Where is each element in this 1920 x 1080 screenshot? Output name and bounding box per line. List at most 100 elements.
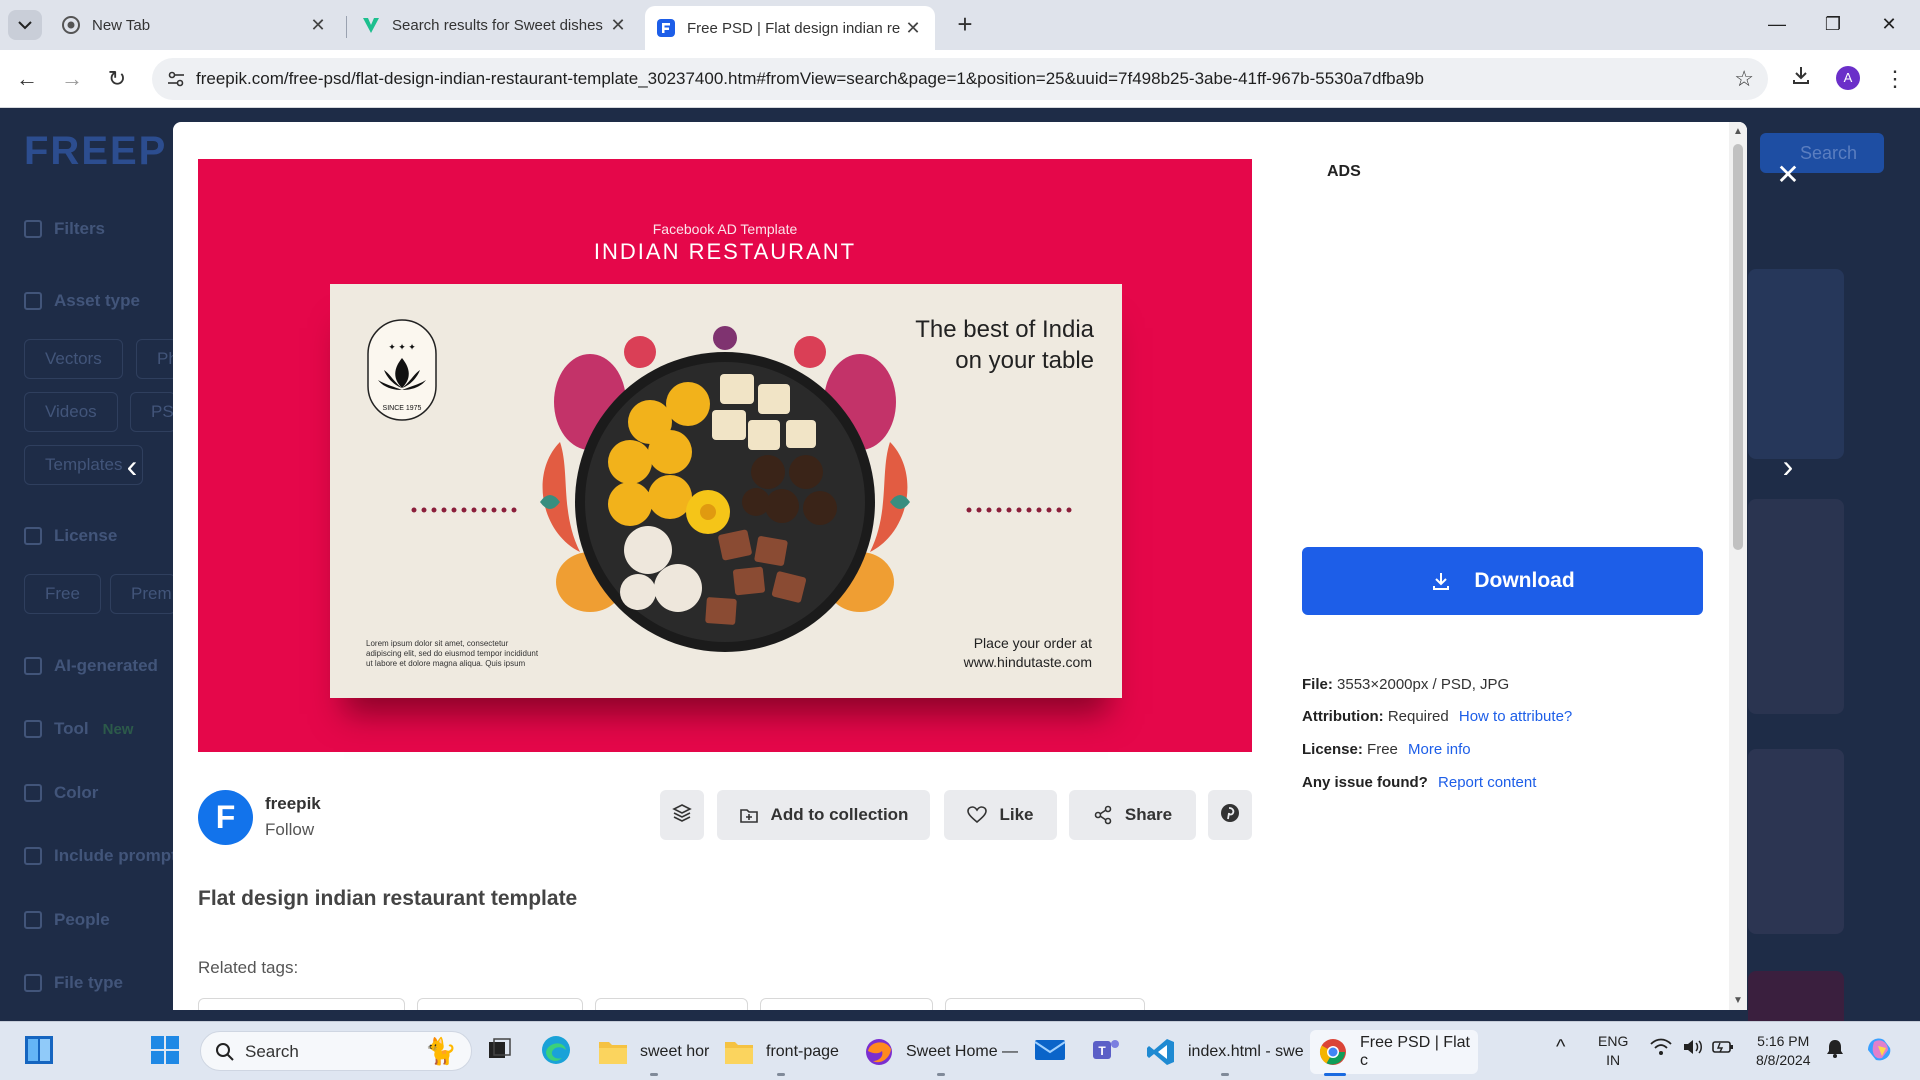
sidebar-include-prompt[interactable]: Include prompt	[24, 846, 177, 866]
chevron-down-icon	[18, 21, 32, 30]
tab-freepik-active[interactable]: Free PSD | Flat design indian re ✕	[645, 6, 935, 50]
related-tag[interactable]	[595, 998, 748, 1010]
teams-app[interactable]: T	[1090, 1030, 1122, 1074]
chip-free[interactable]: Free	[24, 574, 101, 614]
notification-bell-icon[interactable]	[1826, 1038, 1844, 1063]
folder-icon	[724, 1037, 754, 1067]
reload-button[interactable]: ↻	[102, 64, 132, 94]
author-name[interactable]: freepik	[265, 794, 321, 814]
browser-tab-strip: New Tab ✕ Search results for Sweet dishe…	[0, 0, 1920, 50]
prompt-icon	[24, 847, 42, 865]
tab-title: Free PSD | Flat design indian re	[687, 19, 901, 37]
close-tab-icon[interactable]: ✕	[903, 18, 923, 39]
task-view-button[interactable]	[485, 1030, 513, 1074]
report-content-link[interactable]: Report content	[1438, 774, 1536, 791]
firefox-icon	[864, 1037, 894, 1067]
sidebar-license[interactable]: License	[24, 526, 117, 546]
close-window-button[interactable]: ✕	[1866, 8, 1912, 40]
address-bar[interactable]: freepik.com/free-psd/flat-design-indian-…	[152, 58, 1768, 100]
volume-icon[interactable]	[1682, 1038, 1704, 1061]
taskbar-search-label: Search	[245, 1042, 299, 1061]
folder-icon	[598, 1037, 628, 1067]
mail-app[interactable]	[1034, 1030, 1066, 1074]
minimize-button[interactable]: —	[1754, 8, 1800, 40]
clock[interactable]: 5:16 PM 8/8/2024	[1756, 1032, 1811, 1070]
download-icon	[1430, 570, 1452, 592]
result-card[interactable]	[1748, 269, 1844, 459]
close-modal-button[interactable]: ✕	[1773, 160, 1803, 190]
profile-avatar[interactable]: A	[1836, 66, 1860, 90]
scroll-up-arrow[interactable]: ▲	[1733, 126, 1743, 137]
back-button[interactable]: ←	[12, 64, 42, 94]
more-menu-icon[interactable]: ⋮	[1880, 64, 1910, 94]
taskbar-app-firefox[interactable]: Sweet Home —	[864, 1030, 1018, 1076]
battery-icon[interactable]	[1712, 1038, 1734, 1061]
sidebar-file-type[interactable]: File type	[24, 973, 123, 993]
sidebar-color[interactable]: Color	[24, 783, 98, 803]
chip-premium[interactable]: Prem	[110, 574, 176, 614]
result-card[interactable]	[1748, 971, 1844, 1021]
close-tab-icon[interactable]: ✕	[308, 15, 328, 36]
more-info-link[interactable]: More info	[1408, 741, 1471, 758]
taskbar-search-box[interactable]: Search 🐈	[200, 1031, 472, 1071]
taskbar-app-explorer-2[interactable]: front-page	[724, 1030, 839, 1076]
tab-search-button[interactable]	[8, 10, 42, 40]
layers-button[interactable]	[660, 790, 704, 840]
taskbar-app-chrome[interactable]: Free PSD | Flat c	[1310, 1030, 1478, 1076]
modal-scrollbar[interactable]: ▲ ▼	[1729, 122, 1747, 1010]
chip-psd[interactable]: PS	[130, 392, 176, 432]
wifi-icon[interactable]	[1650, 1038, 1672, 1061]
download-button[interactable]: Download	[1302, 547, 1703, 615]
follow-link[interactable]: Follow	[265, 820, 314, 840]
sidebar-ai-generated[interactable]: AI-generated	[24, 656, 158, 676]
scrollbar-thumb[interactable]	[1733, 144, 1743, 550]
filters-heading[interactable]: Filters	[24, 219, 105, 239]
bookmark-star-icon[interactable]: ☆	[1734, 66, 1754, 92]
language-indicator[interactable]: ENG IN	[1598, 1032, 1628, 1070]
add-to-collection-label: Add to collection	[770, 805, 909, 824]
sidebar-people[interactable]: People	[24, 910, 110, 930]
author-avatar[interactable]: F	[198, 790, 253, 845]
result-card[interactable]	[1748, 749, 1844, 934]
share-button[interactable]: Share	[1069, 790, 1196, 840]
related-tag[interactable]	[417, 998, 583, 1010]
chip-photos[interactable]: Ph	[136, 339, 178, 379]
svg-text:✦ ✦ ✦: ✦ ✦ ✦	[388, 342, 416, 352]
taskbar-app-explorer-1[interactable]: sweet hor	[598, 1030, 709, 1076]
widgets-button[interactable]	[24, 1030, 54, 1074]
language-code: ENG	[1598, 1033, 1629, 1049]
pinterest-button[interactable]	[1208, 790, 1252, 840]
sidebar-tool[interactable]: Tool New	[24, 719, 133, 739]
related-tag[interactable]	[945, 998, 1145, 1010]
how-to-attribute-link[interactable]: How to attribute?	[1459, 708, 1572, 725]
tab-new-tab[interactable]: New Tab ✕	[50, 6, 340, 44]
tab-search-results[interactable]: Search results for Sweet dishes ✕	[350, 6, 640, 44]
filters-label: Filters	[54, 219, 106, 238]
scroll-down-arrow[interactable]: ▼	[1733, 995, 1743, 1006]
downloads-icon[interactable]	[1786, 64, 1816, 94]
site-settings-icon[interactable]	[166, 69, 186, 89]
close-tab-icon[interactable]: ✕	[608, 15, 628, 36]
related-tag[interactable]	[198, 998, 405, 1010]
forward-button[interactable]: →	[57, 64, 87, 94]
restore-button[interactable]: ❐	[1810, 8, 1856, 40]
previous-asset-button[interactable]: ‹	[112, 446, 152, 486]
show-hidden-icons[interactable]: ^	[1556, 1037, 1565, 1057]
sidebar-label: Tool	[54, 719, 89, 738]
like-button[interactable]: Like	[944, 790, 1057, 840]
dotted-divider-right	[966, 507, 1072, 513]
next-asset-button[interactable]: ›	[1768, 446, 1808, 486]
taskbar-app-vscode[interactable]: index.html - swe	[1146, 1030, 1304, 1076]
edge-app[interactable]	[540, 1030, 572, 1074]
add-to-collection-button[interactable]: Add to collection	[717, 790, 930, 840]
asset-preview-image[interactable]: Facebook AD Template INDIAN RESTAURANT ✦…	[198, 159, 1252, 752]
new-tab-button[interactable]: +	[950, 10, 980, 40]
chip-videos[interactable]: Videos	[24, 392, 118, 432]
result-card[interactable]	[1748, 499, 1844, 714]
chip-vectors[interactable]: Vectors	[24, 339, 123, 379]
share-icon	[1093, 805, 1113, 825]
start-button[interactable]	[150, 1030, 180, 1074]
freepik-logo[interactable]: FREEP	[24, 129, 167, 174]
copilot-icon[interactable]	[1864, 1034, 1894, 1069]
related-tag[interactable]	[760, 998, 933, 1010]
